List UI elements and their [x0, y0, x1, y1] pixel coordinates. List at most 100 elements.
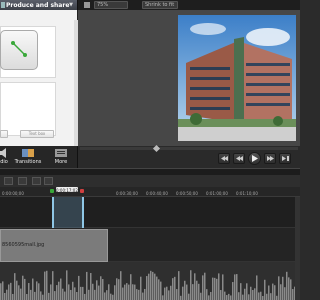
playhead-out-marker[interactable] — [80, 189, 84, 193]
tab-more[interactable]: More — [52, 148, 70, 166]
text-settings-card — [0, 82, 56, 136]
next-clip-button[interactable] — [279, 153, 291, 164]
image-clip[interactable]: 8560595mall.jpg — [0, 229, 108, 262]
fast-forward-button[interactable] — [264, 153, 276, 164]
zoom-select[interactable]: 75% — [94, 1, 128, 9]
rewind-button[interactable] — [233, 153, 245, 164]
waveform-bar — [224, 291, 226, 300]
waveform-bar — [84, 293, 86, 300]
waveform-bar — [292, 289, 294, 300]
canvas-mode-icon[interactable] — [84, 2, 90, 8]
building-illustration — [178, 15, 296, 141]
seek-handle[interactable] — [152, 144, 161, 153]
waveform-bar — [108, 284, 110, 300]
waveform-bar — [250, 286, 252, 300]
waveform-bar — [88, 289, 90, 300]
waveform-bar — [208, 295, 210, 300]
timeline-tool-icon[interactable] — [18, 177, 27, 185]
waveform-bar — [100, 276, 102, 300]
waveform-bar — [12, 293, 14, 300]
waveform-bar — [268, 285, 270, 300]
waveform-bar — [258, 292, 260, 300]
waveform-bar — [198, 283, 200, 300]
produce-label: Produce and share — [6, 1, 70, 9]
waveform-bar — [252, 290, 254, 300]
waveform-bar — [180, 295, 182, 300]
waveform-bar — [132, 284, 134, 300]
previous-clip-button[interactable] — [218, 153, 230, 164]
waveform-bar — [176, 289, 178, 300]
text-box-label: Text box — [28, 131, 46, 136]
tab-audio[interactable]: dio — [0, 148, 10, 166]
ruler-tick: 0:00:00;00 — [2, 191, 24, 196]
waveform-bar — [172, 278, 174, 300]
zoom-value: 75% — [97, 2, 109, 8]
waveform-bar — [264, 279, 266, 300]
waveform-bar — [34, 291, 36, 300]
previous-frame-icon — [220, 156, 228, 161]
waveform-bar — [240, 283, 242, 300]
waveform-bar — [290, 279, 292, 300]
waveform-bar — [94, 289, 96, 300]
track-callouts[interactable] — [0, 197, 300, 228]
playhead[interactable]: 0:00:17;02 — [56, 187, 78, 193]
waveform-bar — [16, 280, 18, 300]
ruler-tick: 0:01:10;00 — [236, 191, 258, 196]
waveform-bar — [90, 273, 92, 300]
timeline-scrollbar[interactable] — [295, 197, 300, 300]
ruler-tick: 0:00:40;00 — [146, 191, 168, 196]
waveform-bar — [216, 278, 218, 300]
waveform-bar — [156, 276, 158, 300]
waveform-bar — [228, 293, 230, 300]
waveform-bar — [218, 273, 220, 300]
waveform-bar — [148, 273, 150, 300]
waveform-bar — [212, 277, 214, 300]
play-button[interactable] — [248, 152, 261, 165]
waveform-bar — [194, 273, 196, 300]
waveform-bar — [104, 292, 106, 300]
tab-more-label: More — [54, 159, 68, 165]
cut-icon[interactable] — [32, 177, 41, 185]
next-frame-icon — [266, 156, 274, 161]
seek-bar[interactable] — [80, 144, 298, 153]
waveform-bar — [42, 294, 44, 300]
waveform-bar — [278, 276, 280, 300]
undo-icon[interactable] — [4, 177, 13, 185]
waveform-bar — [178, 271, 180, 300]
chevron-down-icon: ▼ — [69, 2, 73, 8]
waveform-bar — [206, 289, 208, 300]
task-tabs: dio Transitions More — [0, 146, 78, 168]
split-icon[interactable] — [44, 177, 53, 185]
waveform-bar — [10, 282, 12, 300]
waveform-bar — [110, 293, 112, 300]
timeline-ruler[interactable]: 0:00:00;00 0:00:30;00 0:00:40;00 0:00:50… — [0, 187, 300, 197]
waveform-bar — [204, 272, 206, 300]
waveform-bar — [274, 285, 276, 300]
shrink-to-fit-select[interactable]: Shrink to fit — [142, 1, 178, 9]
text-box-button[interactable]: Text box — [20, 130, 54, 138]
waveform-bar — [234, 274, 236, 300]
tab-transitions-label: Transitions — [14, 159, 42, 165]
clip-option-button[interactable] — [0, 130, 8, 138]
waveform-bar — [270, 293, 272, 300]
playback-controls — [78, 144, 300, 168]
waveform-bar — [4, 292, 6, 300]
produce-and-share-button[interactable]: Produce and share ▼ — [0, 0, 78, 10]
waveform-bar — [46, 270, 48, 300]
selected-callout-clip[interactable] — [52, 197, 84, 228]
panel-divider[interactable] — [0, 168, 300, 175]
skip-end-icon — [281, 156, 289, 161]
waveform-bar — [6, 289, 8, 300]
tab-transitions[interactable]: Transitions — [13, 148, 43, 166]
waveform-bar — [244, 288, 246, 300]
waveform-bar — [58, 281, 60, 300]
waveform-bar — [60, 278, 62, 300]
playhead-in-marker[interactable] — [50, 189, 54, 193]
waveform-bar — [92, 283, 94, 300]
waveform-bar — [126, 283, 128, 300]
callout-thumbnail[interactable] — [0, 30, 38, 70]
waveform-bar — [20, 288, 22, 300]
shrink-label: Shrink to fit — [145, 2, 175, 8]
waveform-bar — [140, 276, 142, 300]
building-image[interactable] — [178, 15, 296, 141]
